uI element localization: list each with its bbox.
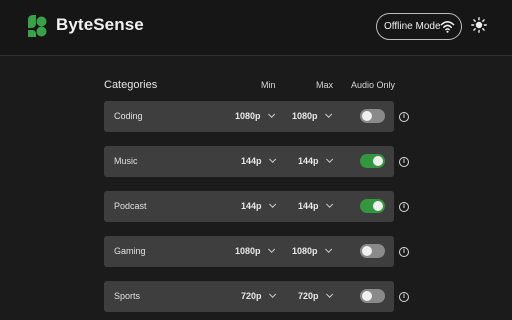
- info-icon[interactable]: i: [399, 112, 409, 122]
- min-quality-select[interactable]: 1080p: [235, 245, 275, 256]
- max-quality-select[interactable]: 720p: [298, 290, 333, 301]
- categories-heading: Categories: [104, 79, 158, 91]
- logo-icon: [28, 15, 47, 37]
- offline-mode-label: Offline Mode: [384, 21, 441, 32]
- category-name: Sports: [114, 291, 141, 301]
- app-header: ByteSense Offline Mode: [0, 0, 512, 56]
- category-name: Coding: [114, 111, 143, 121]
- category-row-sports: Sports 720p 720p: [104, 281, 394, 312]
- chevron-down-icon: [268, 290, 276, 298]
- chevron-down-icon: [268, 200, 276, 208]
- info-icon[interactable]: i: [399, 202, 409, 212]
- chevron-down-icon: [325, 200, 333, 208]
- audio-only-toggle[interactable]: [360, 289, 385, 303]
- audio-only-toggle[interactable]: [360, 154, 385, 168]
- min-quality-select[interactable]: 144p: [241, 155, 276, 166]
- category-row-music: Music 144p 144p: [104, 146, 394, 177]
- audio-only-column-header: Audio Only: [351, 80, 396, 90]
- offline-mode-button[interactable]: Offline Mode: [376, 13, 462, 40]
- chevron-down-icon: [268, 155, 276, 163]
- category-name: Gaming: [114, 246, 146, 256]
- audio-only-toggle[interactable]: [360, 199, 385, 213]
- brand-name: ByteSense: [56, 15, 144, 34]
- min-quality-select[interactable]: 144p: [241, 200, 276, 211]
- chevron-down-icon: [267, 245, 275, 253]
- min-quality-select[interactable]: 1080p: [235, 110, 275, 121]
- chevron-down-icon: [324, 245, 332, 253]
- info-icon[interactable]: i: [399, 247, 409, 257]
- max-quality-select[interactable]: 1080p: [292, 110, 332, 121]
- chevron-down-icon: [325, 155, 333, 163]
- info-icon[interactable]: i: [399, 292, 409, 302]
- chevron-down-icon: [267, 110, 275, 118]
- max-quality-select[interactable]: 144p: [298, 200, 333, 211]
- max-column-header: Max: [316, 80, 334, 90]
- max-quality-select[interactable]: 144p: [298, 155, 333, 166]
- audio-only-toggle[interactable]: [360, 109, 385, 123]
- max-quality-select[interactable]: 1080p: [292, 245, 332, 256]
- category-row-gaming: Gaming 1080p 1080p: [104, 236, 394, 267]
- category-row-podcast: Podcast 144p 144p: [104, 191, 394, 222]
- sun-icon[interactable]: [471, 17, 487, 33]
- min-column-header: Min: [261, 80, 276, 90]
- min-quality-select[interactable]: 720p: [241, 290, 276, 301]
- category-row-coding: Coding 1080p 1080p: [104, 101, 394, 132]
- audio-only-toggle[interactable]: [360, 244, 385, 258]
- info-icon[interactable]: i: [399, 157, 409, 167]
- category-name: Music: [114, 156, 138, 166]
- chevron-down-icon: [324, 110, 332, 118]
- chevron-down-icon: [325, 290, 333, 298]
- category-name: Podcast: [114, 201, 147, 211]
- wifi-icon: [440, 21, 455, 33]
